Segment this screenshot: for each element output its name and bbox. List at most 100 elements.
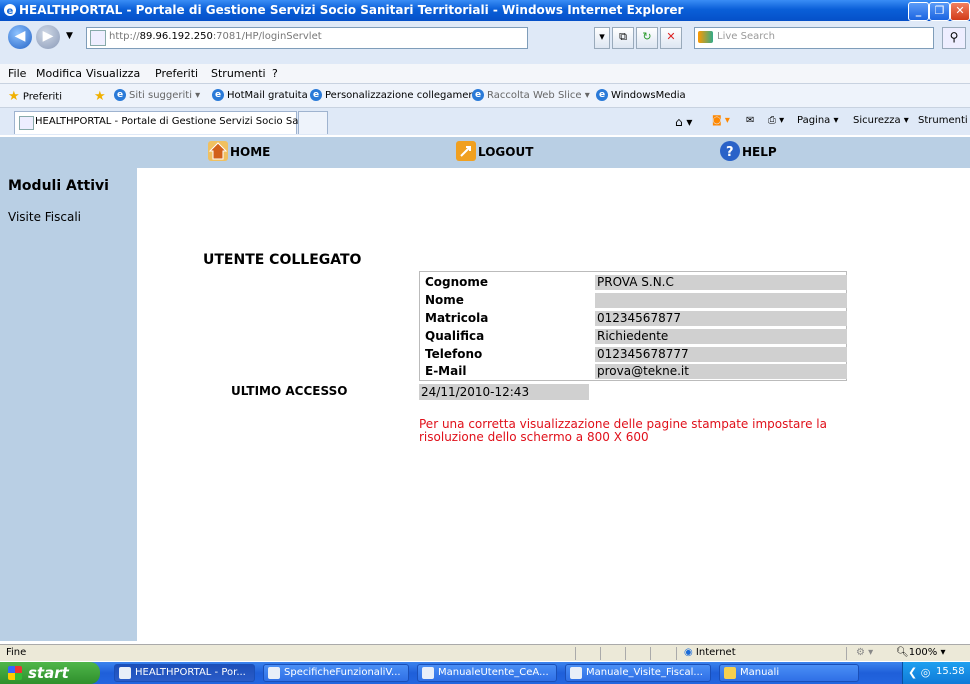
home-icon[interactable]: ⌂ ▾ — [675, 115, 692, 129]
menu-modifica[interactable]: Modifica — [36, 67, 82, 80]
ie-page-icon: e — [596, 89, 608, 101]
globe-icon: ◉ — [684, 647, 693, 658]
field-label: Nome — [425, 293, 464, 307]
star-icon: ★ — [8, 89, 20, 104]
feeds-icon[interactable]: ◙ ▾ — [712, 115, 730, 126]
user-info-table: Cognome PROVA S.N.C Nome Matricola 01234… — [419, 271, 847, 381]
field-value: 012345678777 — [595, 347, 847, 362]
status-text: Fine — [6, 647, 27, 658]
menu-help[interactable]: ? — [272, 67, 278, 80]
field-label: Matricola — [425, 311, 489, 325]
svg-text:e: e — [7, 6, 14, 17]
field-value: 01234567877 — [595, 311, 847, 326]
status-bar: Fine ◉ Internet ⚙ ▾ 🔍︎100% ▾ — [0, 644, 970, 661]
page-icon — [19, 116, 34, 130]
svg-text:?: ? — [726, 145, 734, 160]
refresh-icon[interactable]: ↻ — [636, 27, 658, 49]
help-icon: ? — [720, 141, 740, 161]
favorite-raccolta-web-slice[interactable]: e Raccolta Web Slice ▾ — [472, 89, 590, 101]
start-button[interactable]: start — [0, 662, 100, 684]
menu-preferiti[interactable]: Preferiti — [155, 67, 198, 80]
ie-icon — [119, 667, 131, 679]
add-favorite-icon[interactable]: ★ — [94, 89, 106, 104]
help-link[interactable]: HELP — [742, 145, 777, 159]
tab-healthportal[interactable]: HEALTHPORTAL - Portale di Gestione Servi… — [14, 111, 308, 134]
address-field[interactable]: http://89.96.192.250:7081/HP/loginServle… — [86, 27, 528, 49]
window-title: HEALTHPORTAL - Portale di Gestione Servi… — [19, 3, 684, 17]
live-search-icon — [698, 31, 713, 43]
logout-link[interactable]: LOGOUT — [478, 145, 533, 159]
new-tab-button[interactable] — [298, 111, 328, 134]
ultimo-accesso-label: ULTIMO ACCESSO — [231, 384, 348, 398]
favorite-siti-suggeriti[interactable]: e Siti suggeriti ▾ — [114, 89, 200, 101]
zoom-icon: 🔍︎ — [896, 647, 909, 658]
strumenti-menu[interactable]: Strumenti ▾ — [918, 115, 970, 126]
table-row: Telefono 012345678777 — [423, 347, 847, 362]
sidebar-item-visite-fiscali[interactable]: Visite Fiscali — [8, 210, 81, 224]
zoom-control[interactable]: 🔍︎100% ▾ — [896, 647, 946, 658]
window-titlebar: e HEALTHPORTAL - Portale di Gestione Ser… — [0, 0, 970, 21]
field-value: prova@tekne.it — [595, 364, 847, 379]
recent-pages-dropdown-icon[interactable]: ▼ — [66, 31, 73, 41]
internet-zone: ◉ Internet — [684, 647, 736, 658]
url-text: http://89.96.192.250:7081/HP/loginServle… — [109, 31, 322, 42]
taskbar-item-manuali[interactable]: Manuali — [719, 664, 859, 682]
search-icon[interactable]: ⚲ — [942, 27, 966, 49]
table-row: Cognome PROVA S.N.C — [423, 275, 847, 290]
taskbar-item-healthportal[interactable]: HEALTHPORTAL - Por... — [114, 664, 255, 682]
clock: 15.58 — [936, 666, 965, 677]
search-input[interactable]: Live Search — [694, 27, 934, 49]
address-toolbar: ◀ ▶ ▼ http://89.96.192.250:7081/HP/login… — [0, 21, 970, 64]
maximize-button[interactable]: ❐ — [929, 2, 950, 21]
ie-page-icon: e — [212, 89, 224, 101]
document-icon — [422, 667, 434, 679]
tray-icons[interactable]: ❮ ◎ — [908, 666, 930, 679]
field-value — [595, 293, 847, 308]
favorite-hotmail[interactable]: e HotMail gratuita — [212, 89, 308, 101]
pagina-menu[interactable]: Pagina ▾ — [797, 115, 839, 126]
ie-page-icon: e — [310, 89, 322, 101]
page-title: UTENTE COLLEGATO — [203, 252, 362, 268]
home-link[interactable]: HOME — [230, 145, 270, 159]
print-icon[interactable]: ⎙ ▾ — [768, 115, 784, 126]
table-row: Matricola 01234567877 — [423, 311, 847, 326]
field-value: PROVA S.N.C — [595, 275, 847, 290]
resolution-note: Per una corretta visualizzazione delle p… — [419, 417, 827, 444]
minimize-button[interactable]: _ — [908, 2, 929, 21]
compatibility-view-icon[interactable]: ⧉ — [612, 27, 634, 49]
taskbar-item-manuale-visite[interactable]: Manuale_Visite_Fiscal... — [565, 664, 711, 682]
menu-visualizza[interactable]: Visualizza — [86, 67, 140, 80]
protected-mode-icon[interactable]: ⚙ ▾ — [856, 647, 873, 658]
forward-button[interactable]: ▶ — [36, 25, 60, 49]
close-button[interactable]: ✕ — [950, 2, 970, 21]
system-tray: ❮ ◎ 15.58 — [902, 662, 970, 684]
sidebar: Moduli Attivi Visite Fiscali — [0, 168, 137, 641]
menu-file[interactable]: File — [8, 67, 26, 80]
favorites-button[interactable]: ★ Preferiti — [8, 89, 62, 104]
ultimo-accesso-value: 24/11/2010-12:43 — [419, 384, 589, 400]
sicurezza-menu[interactable]: Sicurezza ▾ — [853, 115, 909, 126]
field-label: E-Mail — [425, 364, 467, 378]
mail-icon[interactable]: ✉ — [746, 115, 754, 126]
table-row: Qualifica Richiedente — [423, 329, 847, 344]
stop-icon[interactable]: ✕ — [660, 27, 682, 49]
windows-logo-icon — [8, 666, 22, 680]
taskbar-item-manuale-utente[interactable]: ManualeUtente_CeA... — [417, 664, 557, 682]
back-button[interactable]: ◀ — [8, 25, 32, 49]
ie-page-icon: e — [114, 89, 126, 101]
folder-icon — [724, 667, 736, 679]
search-placeholder: Live Search — [717, 31, 775, 42]
tab-label: HEALTHPORTAL - Portale di Gestione Servi… — [35, 116, 308, 127]
logout-icon — [456, 141, 476, 161]
favorites-bar: ★ Preferiti ★ e Siti suggeriti ▾ e HotMail… — [0, 84, 970, 108]
menu-strumenti[interactable]: Strumenti — [211, 67, 266, 80]
favorite-personalizzazione[interactable]: e Personalizzazione collegamenti — [310, 89, 481, 101]
field-label: Telefono — [425, 347, 483, 361]
address-dropdown-icon[interactable]: ▾ — [594, 27, 610, 49]
document-icon — [570, 667, 582, 679]
taskbar-item-specifiche[interactable]: SpecificheFunzionaliV... — [263, 664, 409, 682]
tab-row: HEALTHPORTAL - Portale di Gestione Servi… — [0, 108, 970, 135]
favorite-windowsmedia[interactable]: e WindowsMedia — [596, 89, 686, 101]
page-nav-bar: HOME LOGOUT ? HELP — [0, 137, 970, 168]
ie-page-icon: e — [472, 89, 484, 101]
